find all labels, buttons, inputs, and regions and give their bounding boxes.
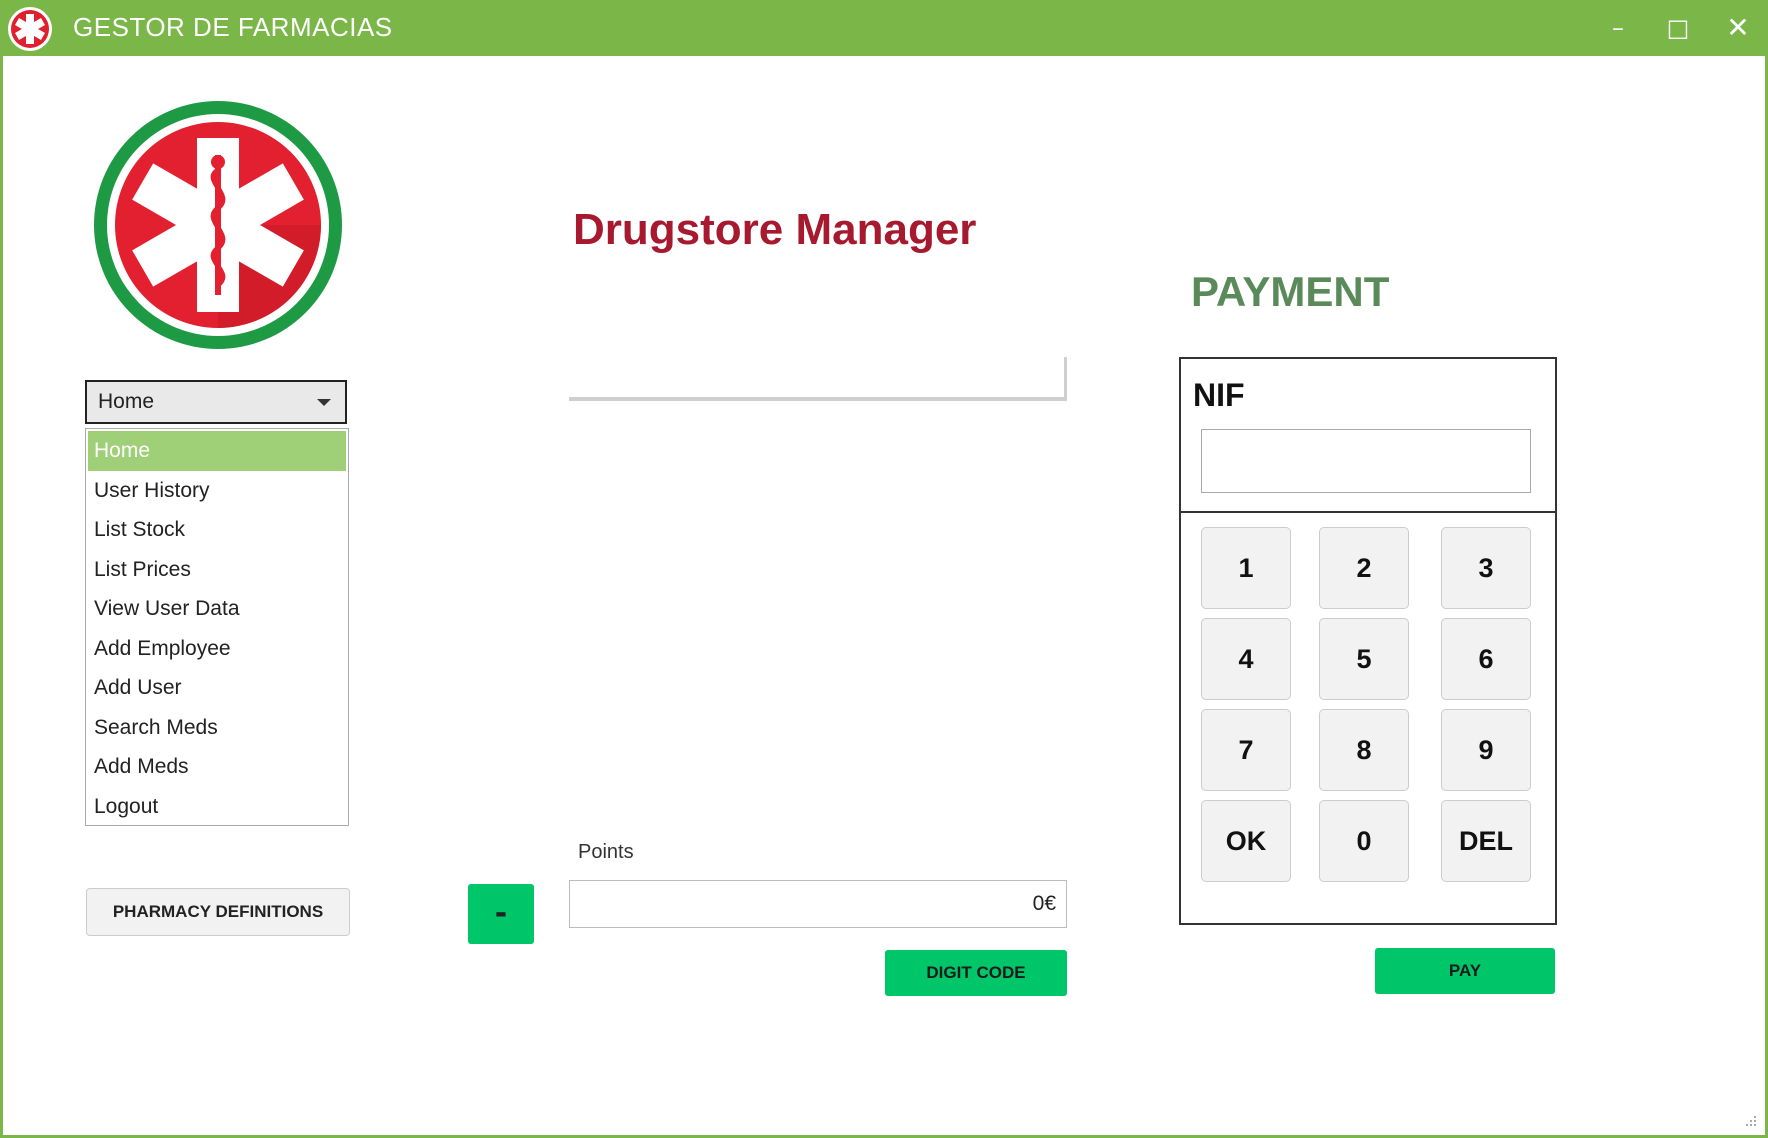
nif-section: NIF — [1181, 359, 1555, 513]
menu-item-logout[interactable]: Logout — [88, 787, 346, 827]
menu-item-list-stock[interactable]: List Stock — [88, 510, 346, 550]
keypad-key-8[interactable]: 8 — [1319, 709, 1409, 791]
nif-label: NIF — [1193, 377, 1245, 413]
navigation-dropdown-list: Home User History List Stock List Prices… — [85, 428, 349, 826]
nif-input[interactable] — [1201, 429, 1531, 493]
menu-item-home[interactable]: Home — [88, 431, 346, 471]
points-label: Points — [578, 841, 634, 863]
chevron-down-icon — [317, 399, 331, 406]
keypad-key-9[interactable]: 9 — [1441, 709, 1531, 791]
keypad-key-0[interactable]: 0 — [1319, 800, 1409, 882]
digit-code-button[interactable]: DIGIT CODE — [885, 950, 1067, 996]
title-bar: GESTOR DE FARMACIAS – □ ✕ — [3, 0, 1768, 56]
menu-item-add-employee[interactable]: Add Employee — [88, 629, 346, 669]
app-logo-icon — [8, 7, 52, 51]
payment-title: PAYMENT — [1191, 268, 1390, 315]
keypad-key-1[interactable]: 1 — [1201, 527, 1291, 609]
keypad-key-ok[interactable]: OK — [1201, 800, 1291, 882]
keypad-key-3[interactable]: 3 — [1441, 527, 1531, 609]
app-window: GESTOR DE FARMACIAS – □ ✕ Drugstore Mana… — [0, 0, 1768, 1138]
points-field[interactable]: 0€ — [569, 880, 1067, 928]
pay-button[interactable]: PAY — [1375, 948, 1555, 994]
navigation-select-value: Home — [98, 390, 155, 413]
page-heading: Drugstore Manager — [573, 205, 977, 254]
minimize-button[interactable]: – — [1598, 10, 1638, 46]
keypad-key-2[interactable]: 2 — [1319, 527, 1409, 609]
window-title: GESTOR DE FARMACIAS — [73, 12, 393, 42]
menu-item-list-prices[interactable]: List Prices — [88, 550, 346, 590]
menu-item-view-user-data[interactable]: View User Data — [88, 589, 346, 629]
pharmacy-definitions-button[interactable]: PHARMACY DEFINITIONS — [86, 888, 350, 936]
minus-button[interactable]: - — [468, 884, 534, 944]
payment-panel: NIF 1 2 3 4 5 6 7 8 9 OK 0 DEL — [1179, 357, 1557, 925]
menu-item-add-meds[interactable]: Add Meds — [88, 747, 346, 787]
menu-item-add-user[interactable]: Add User — [88, 668, 346, 708]
close-button[interactable]: ✕ — [1718, 10, 1758, 46]
keypad-key-4[interactable]: 4 — [1201, 618, 1291, 700]
code-entry-field[interactable] — [569, 357, 1067, 401]
keypad-key-5[interactable]: 5 — [1319, 618, 1409, 700]
keypad-key-6[interactable]: 6 — [1441, 618, 1531, 700]
menu-item-search-meds[interactable]: Search Meds — [88, 708, 346, 748]
pharmacy-logo — [94, 101, 342, 349]
keypad-key-7[interactable]: 7 — [1201, 709, 1291, 791]
maximize-button[interactable]: □ — [1658, 10, 1698, 46]
keypad-key-del[interactable]: DEL — [1441, 800, 1531, 882]
navigation-select[interactable]: Home — [85, 380, 347, 424]
menu-item-user-history[interactable]: User History — [88, 471, 346, 511]
resize-grip-icon[interactable] — [1743, 1113, 1757, 1127]
